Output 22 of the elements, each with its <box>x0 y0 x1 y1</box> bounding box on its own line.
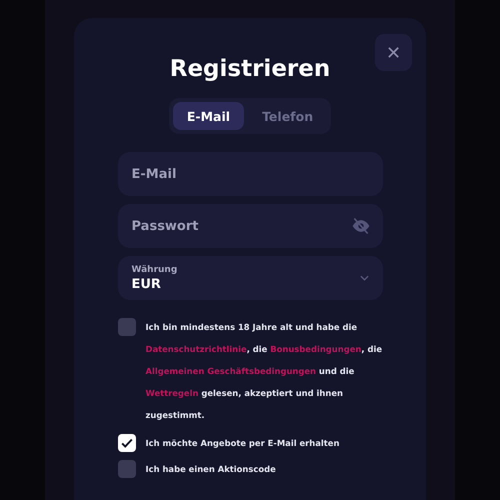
checkbox-label: Ich bin mindestens 18 Jahre alt und habe die Datenschutzrichtlinie, die Bonusbedingungen, die Allgemeinen Geschäftsbedingungen und die Wettregeln gelesen, akzeptiert und ihnen zugestimmt. <box>146 321 382 422</box>
tab[interactable]: E-Mail <box>172 102 244 130</box>
checkbox-label: Ich möchte Angebote per E-Mail erhalten <box>146 437 340 450</box>
checkbox[interactable] <box>118 460 136 478</box>
checkbox[interactable] <box>118 434 136 452</box>
terms-link[interactable]: Datenschutzrichtlinie <box>146 344 247 354</box>
close-button[interactable]: ✕ <box>375 34 412 71</box>
checkbox[interactable] <box>118 318 136 336</box>
check-icon <box>120 436 134 450</box>
currency-select[interactable]: Währung EUR <box>118 256 382 300</box>
select-label: Währung <box>132 264 178 274</box>
checkbox-label: Ich habe einen Aktionscode <box>146 463 276 476</box>
terms-link[interactable]: Bonusbedingungen <box>270 344 362 354</box>
select-value: EUR <box>132 276 162 292</box>
eye-slash-icon[interactable] <box>350 216 370 236</box>
chevron-down-icon <box>360 275 368 281</box>
dialog-title: Registrieren <box>170 56 330 82</box>
terms-link[interactable]: Wettregeln <box>146 388 198 398</box>
tab[interactable]: Telefon <box>248 102 328 130</box>
email-field[interactable]: E-Mail <box>118 152 382 196</box>
password-field[interactable]: Passwort <box>118 204 382 248</box>
terms-link[interactable]: Allgemeinen Geschäftsbedingungen <box>146 366 316 376</box>
